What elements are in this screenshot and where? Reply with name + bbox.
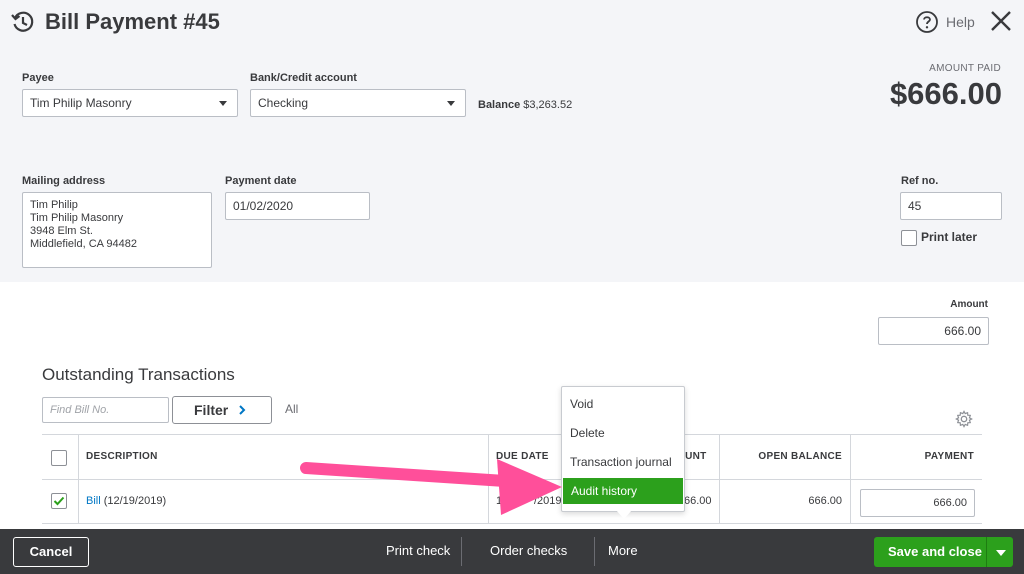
cancel-button[interactable]: Cancel [13, 537, 89, 567]
section-title: Outstanding Transactions [42, 365, 235, 384]
amount-paid-label: AMOUNT PAID [929, 63, 1001, 74]
row-open-balance: 666.00 [808, 495, 842, 507]
find-bill-input[interactable]: Find Bill No. [42, 397, 169, 423]
page-title: Bill Payment #45 [45, 9, 220, 34]
balance-readout: Balance $3,263.52 [478, 99, 572, 111]
address-line: Middlefield, CA 94482 [30, 238, 138, 250]
ref-no-field[interactable]: 45 [900, 192, 1002, 220]
menu-item-delete[interactable]: Delete [562, 420, 684, 446]
footer-divider [461, 537, 462, 566]
bank-account-value: Checking [258, 96, 309, 110]
chevron-right-icon [239, 405, 246, 415]
footer-divider [594, 537, 595, 566]
payment-date-label: Payment date [225, 175, 297, 187]
select-all-checkbox[interactable] [51, 450, 67, 466]
amount-label: Amount [950, 299, 988, 310]
filter-label: Filter [194, 402, 229, 418]
mailing-address-label: Mailing address [22, 175, 106, 187]
chevron-down-icon [447, 101, 455, 106]
address-line: Tim Philip [30, 199, 78, 211]
chevron-down-icon [996, 550, 1006, 556]
filter-button[interactable]: Filter [172, 396, 272, 424]
menu-pointer [616, 510, 632, 519]
help-icon[interactable] [915, 10, 939, 34]
recent-transactions-icon[interactable] [10, 9, 36, 35]
column-description[interactable]: DESCRIPTION [86, 435, 158, 479]
more-link[interactable]: More [608, 529, 638, 574]
more-menu: Void Delete Transaction journal Audit hi… [561, 386, 685, 512]
print-later-label: Print later [921, 230, 978, 244]
balance-label: Balance [478, 99, 521, 111]
row-amount: 66.00 [684, 495, 712, 507]
order-checks-link[interactable]: Order checks [490, 529, 567, 574]
mailing-address-field[interactable]: Tim Philip Tim Philip Masonry 3948 Elm S… [22, 192, 212, 268]
header-panel: Bill Payment #45 Help Payee Tim Philip M… [0, 0, 1024, 282]
bank-account-select[interactable]: Checking [250, 89, 466, 117]
balance-value: $3,263.52 [523, 99, 573, 111]
help-link[interactable]: Help [946, 14, 975, 30]
chevron-down-icon [219, 101, 227, 106]
menu-item-audit-history[interactable]: Audit history [563, 478, 683, 504]
print-later-checkbox[interactable] [901, 230, 917, 246]
print-check-link[interactable]: Print check [386, 529, 450, 574]
checkmark-icon [53, 496, 65, 506]
menu-item-transaction-journal[interactable]: Transaction journal [562, 449, 684, 475]
row-payment-field[interactable]: 666.00 [860, 489, 975, 517]
save-options-button[interactable] [986, 537, 1013, 567]
row-checkbox[interactable] [51, 493, 67, 509]
annotation-arrow [300, 459, 562, 515]
address-line: Tim Philip Masonry [30, 212, 124, 224]
menu-item-void[interactable]: Void [562, 391, 684, 417]
amount-field[interactable]: 666.00 [878, 317, 989, 345]
payee-select[interactable]: Tim Philip Masonry [22, 89, 238, 117]
column-payment[interactable]: PAYMENT [925, 435, 974, 479]
close-icon[interactable] [989, 9, 1013, 33]
payee-value: Tim Philip Masonry [30, 96, 132, 110]
bill-date: (12/19/2019) [100, 495, 167, 507]
ref-no-label: Ref no. [901, 175, 939, 187]
payee-label: Payee [22, 72, 54, 84]
filter-all-label: All [285, 402, 299, 416]
address-line: 3948 Elm St. [30, 225, 93, 237]
bank-account-label: Bank/Credit account [250, 72, 357, 84]
column-open-balance[interactable]: OPEN BALANCE [758, 435, 842, 479]
amount-paid-value: $666.00 [889, 76, 1002, 111]
payment-date-field[interactable]: 01/02/2020 [225, 192, 370, 220]
gear-icon[interactable] [955, 410, 973, 428]
bill-link[interactable]: Bill [86, 495, 101, 507]
row-description: Bill (12/19/2019) [86, 495, 166, 507]
footer-bar: Cancel Print check Order checks More Sav… [0, 529, 1024, 574]
